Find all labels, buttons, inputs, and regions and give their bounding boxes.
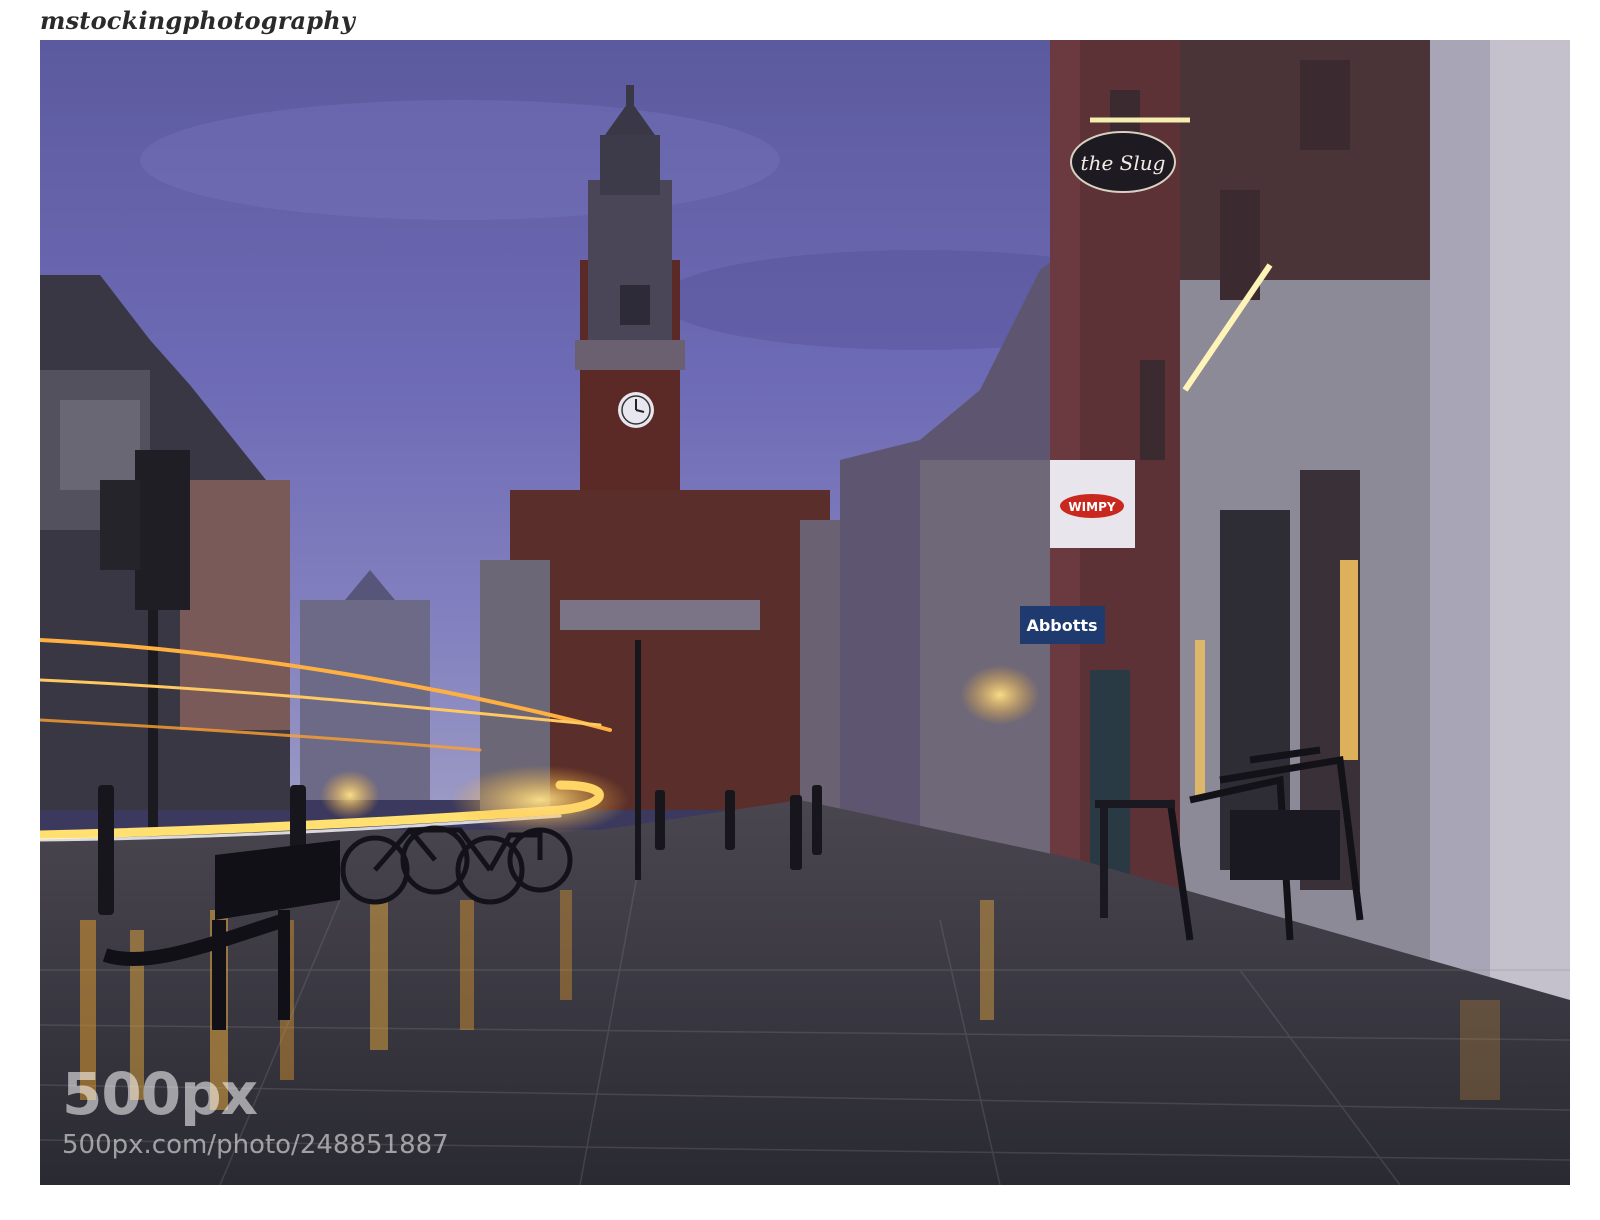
photographer-credit: mstockingphotography <box>40 6 356 35</box>
town-hall <box>480 490 860 810</box>
watermark-logo: 500px <box>62 1060 258 1128</box>
wimpy-sign-text: WIMPY <box>1068 500 1115 514</box>
abbotts-sign-text: Abbotts <box>1026 616 1097 635</box>
pub-sign-text: the Slug <box>1081 151 1166 175</box>
abbotts-sign: Abbotts <box>1020 606 1105 644</box>
pub-sign: the Slug <box>1070 131 1176 193</box>
photo-frame: the Slug WIMPY Abbotts 500px 500px.com/p… <box>40 40 1570 1185</box>
watermark-url: 500px.com/photo/248851887 <box>62 1130 449 1160</box>
street-scene: the Slug WIMPY Abbotts <box>40 40 1570 1185</box>
wimpy-sign: WIMPY <box>1050 460 1135 548</box>
